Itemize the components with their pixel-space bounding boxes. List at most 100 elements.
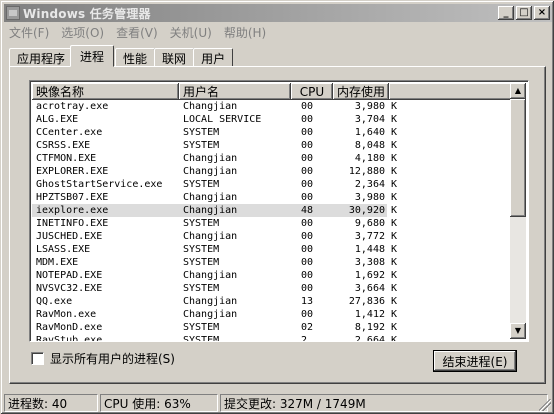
process-memory-unit: K xyxy=(391,309,397,320)
process-row[interactable]: acrotray.exe Changjian 00 3,980 K xyxy=(32,100,514,113)
show-all-users-checkbox[interactable] xyxy=(31,352,44,365)
tab-performance[interactable]: 性能 xyxy=(115,48,156,67)
process-row[interactable]: RavMonD.exe SYSTEM 02 8,192 K xyxy=(32,321,514,334)
show-all-users-option[interactable]: 显示所有用户的进程(S) xyxy=(31,350,175,367)
end-process-button[interactable]: 结束进程(E) xyxy=(433,350,517,372)
process-memory: 3,704 xyxy=(354,114,385,125)
title-bar[interactable]: Windows 任务管理器 _ □ × xyxy=(4,4,552,22)
process-name: CSRSS.EXE xyxy=(36,140,91,151)
process-memory: 27,836 xyxy=(348,296,385,307)
column-cpu[interactable]: CPU xyxy=(291,83,333,100)
column-image-name[interactable]: 映像名称 xyxy=(32,83,179,100)
menu-shutdown[interactable]: 关机(U) xyxy=(164,24,218,41)
minimize-button[interactable]: _ xyxy=(498,6,514,20)
process-cpu: 00 xyxy=(301,153,314,164)
process-user: Changjian xyxy=(183,296,238,307)
column-memory[interactable]: 内存使用 xyxy=(333,83,389,100)
process-memory-unit: K xyxy=(391,153,397,164)
process-memory-unit: K xyxy=(391,140,397,151)
process-name: QQ.exe xyxy=(36,296,73,307)
process-row[interactable]: JUSCHED.EXE Changjian 00 3,772 K xyxy=(32,230,514,243)
menu-file[interactable]: 文件(F) xyxy=(4,24,55,41)
process-cpu: 00 xyxy=(301,244,314,255)
process-memory: 3,664 xyxy=(354,283,385,294)
process-memory-unit: K xyxy=(391,257,397,268)
process-memory-unit: K xyxy=(391,218,397,229)
process-cpu: 48 xyxy=(291,204,333,217)
process-name: CTFMON.EXE xyxy=(36,153,97,164)
process-memory: 1,692 xyxy=(354,270,385,281)
window-title: Windows 任务管理器 xyxy=(23,6,151,21)
process-cpu: 00 xyxy=(301,127,314,138)
menu-view[interactable]: 查看(V) xyxy=(110,24,164,41)
process-row[interactable]: LSASS.EXE SYSTEM 00 1,448 K xyxy=(32,243,514,256)
process-row[interactable]: NOTEPAD.EXE Changjian 00 1,692 K xyxy=(32,269,514,282)
menu-options[interactable]: 选项(O) xyxy=(55,24,110,41)
process-name: acrotray.exe xyxy=(36,101,109,112)
process-row[interactable]: GhostStartService.exe SYSTEM 00 2,364 K xyxy=(32,178,514,191)
tab-strip: 应用程序 进程 性能 联网 用户 xyxy=(9,45,234,67)
process-cpu: 00 xyxy=(301,192,314,203)
process-name: CCenter.exe xyxy=(36,127,103,138)
scroll-thumb[interactable] xyxy=(510,99,526,217)
process-row[interactable]: CTFMON.EXE Changjian 00 4,180 K xyxy=(32,152,514,165)
process-memory: 3,308 xyxy=(354,257,385,268)
process-user: SYSTEM xyxy=(183,257,220,268)
process-user: SYSTEM xyxy=(183,140,220,151)
status-bar: 进程数: 40 CPU 使用: 63% 提交更改: 327M / 1749M xyxy=(4,394,552,412)
process-row[interactable]: CSRSS.EXE SYSTEM 00 8,048 K xyxy=(32,139,514,152)
process-list[interactable]: 映像名称 用户名 CPU 内存使用 acrotray.exe Changjian 0… xyxy=(29,80,529,342)
process-row[interactable]: INETINFO.EXE SYSTEM 00 9,680 K xyxy=(32,217,514,230)
process-memory: 2,664 xyxy=(354,335,385,342)
scroll-up-button[interactable]: ▲ xyxy=(510,83,526,99)
process-memory: 1,640 xyxy=(354,127,385,138)
process-memory-unit: K xyxy=(391,179,397,190)
menu-help[interactable]: 帮助(H) xyxy=(218,24,272,41)
tab-applications[interactable]: 应用程序 xyxy=(9,48,74,67)
process-row[interactable]: EXPLORER.EXE Changjian 00 12,880 K xyxy=(32,165,514,178)
process-memory: 1,448 xyxy=(354,244,385,255)
process-memory-unit: K xyxy=(391,114,397,125)
process-row[interactable]: RavStub.exe SYSTEM 2 2,664 K xyxy=(32,334,514,342)
process-name: RavStub.exe xyxy=(36,335,103,342)
process-row[interactable]: CCenter.exe SYSTEM 00 1,640 K xyxy=(32,126,514,139)
process-memory: 3,772 xyxy=(354,231,385,242)
process-name: ALG.EXE xyxy=(36,114,79,125)
list-header: 映像名称 用户名 CPU 内存使用 xyxy=(32,83,514,100)
process-name: RavMonD.exe xyxy=(36,322,103,333)
vertical-scrollbar[interactable]: ▲ ▼ xyxy=(510,83,526,339)
process-row[interactable]: iexplore.exe Changjian 48 30,920 K xyxy=(32,204,514,217)
tab-processes[interactable]: 进程 xyxy=(70,45,115,67)
process-user: SYSTEM xyxy=(183,218,220,229)
process-cpu: 2 xyxy=(301,335,308,342)
close-button[interactable]: × xyxy=(534,6,550,20)
tab-networking[interactable]: 联网 xyxy=(154,48,195,67)
maximize-button[interactable]: □ xyxy=(516,6,532,20)
process-row[interactable]: QQ.exe Changjian 13 27,836 K xyxy=(32,295,514,308)
process-memory-unit: K xyxy=(391,244,397,255)
process-user: Changjian xyxy=(183,309,238,320)
tab-users[interactable]: 用户 xyxy=(193,48,234,67)
process-cpu: 00 xyxy=(301,231,314,242)
process-row[interactable]: ALG.EXE LOCAL SERVICE 00 3,704 K xyxy=(32,113,514,126)
process-cpu: 00 xyxy=(301,218,314,229)
process-rows: acrotray.exe Changjian 00 3,980 K ALG.EXE LOCA… xyxy=(32,100,514,342)
column-filler xyxy=(389,83,514,100)
process-memory: 8,048 xyxy=(354,140,385,151)
process-memory: 1,412 xyxy=(354,309,385,320)
process-memory: 2,364 xyxy=(354,179,385,190)
process-row[interactable]: MDM.EXE SYSTEM 00 3,308 K xyxy=(32,256,514,269)
process-user: SYSTEM xyxy=(183,244,220,255)
scroll-down-button[interactable]: ▼ xyxy=(510,323,526,339)
process-name: JUSCHED.EXE xyxy=(36,231,103,242)
resize-grip-icon[interactable] xyxy=(539,399,551,411)
process-user: LOCAL SERVICE xyxy=(183,114,262,125)
column-user-name[interactable]: 用户名 xyxy=(179,83,291,100)
task-manager-window: Windows 任务管理器 _ □ × 文件(F) 选项(O) 查看(V) 关机… xyxy=(0,0,554,414)
process-row[interactable]: HPZTSB07.EXE Changjian 00 3,980 K xyxy=(32,191,514,204)
process-row[interactable]: NVSVC32.EXE SYSTEM 00 3,664 K xyxy=(32,282,514,295)
process-cpu: 00 xyxy=(301,179,314,190)
process-user: Changjian xyxy=(183,192,238,203)
process-cpu: 13 xyxy=(301,296,314,307)
process-row[interactable]: RavMon.exe Changjian 00 1,412 K xyxy=(32,308,514,321)
